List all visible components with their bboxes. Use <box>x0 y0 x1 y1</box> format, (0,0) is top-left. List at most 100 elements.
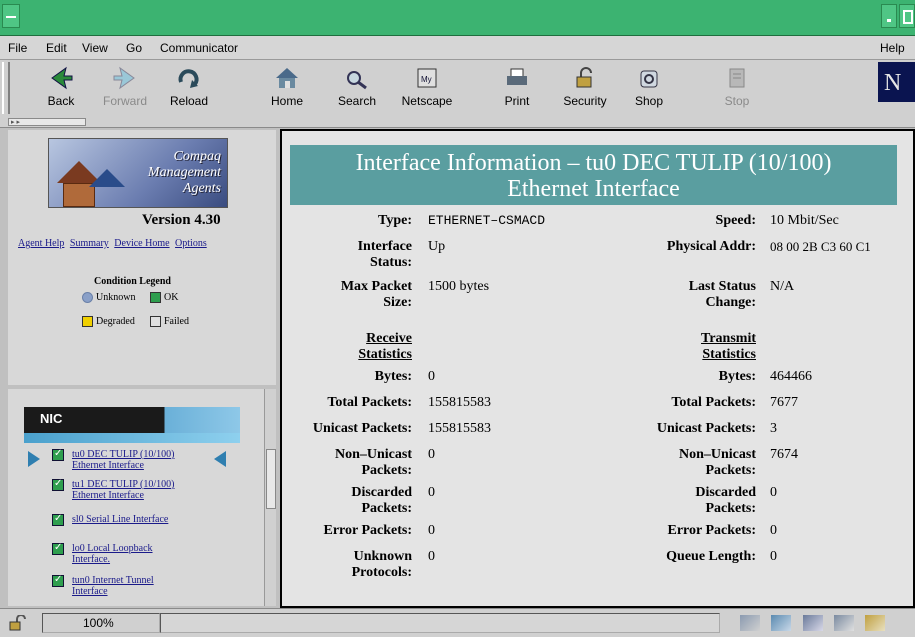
forward-label: Forward <box>102 94 147 108</box>
svg-text:My: My <box>421 75 432 84</box>
lock-icon <box>576 67 592 88</box>
menu-bar: File Edit View Go Communicator Help <box>0 36 915 60</box>
security-label: Security <box>563 94 607 108</box>
netscape-icon: My <box>417 68 437 88</box>
shop-icon <box>640 70 658 88</box>
transmit-non-unicast-value: 7674 <box>770 447 798 462</box>
shop-button[interactable]: Shop <box>618 62 680 116</box>
transmit-discarded-label: Discarded Packets: <box>695 485 756 516</box>
back-button[interactable]: Back <box>30 62 92 116</box>
menu-go[interactable]: Go <box>126 41 142 55</box>
transmit-statistics-header: Transmit Statistics <box>701 331 756 362</box>
maximize-icon <box>903 10 913 24</box>
legend-failed-label: Failed <box>164 316 189 327</box>
selected-pointer-left-icon <box>28 451 40 467</box>
receive-non-unicast-label: Non–Unicast Packets: <box>334 447 412 478</box>
nic-item-label[interactable]: sl0 Serial Line Interface <box>72 514 232 525</box>
speed-label: Speed: <box>715 213 756 228</box>
receive-unicast-packets-value: 155815583 <box>428 421 491 436</box>
reload-button[interactable]: Reload <box>158 62 220 116</box>
interface-status-label: Interface Status: <box>357 239 412 270</box>
scrollbar-thumb[interactable] <box>266 449 276 509</box>
netscape-button[interactable]: My Netscape <box>396 62 458 116</box>
receive-discarded-value: 0 <box>428 485 435 500</box>
unknown-protocols-label: Unknown Protocols: <box>351 549 412 580</box>
status-bar: 100% <box>0 608 915 637</box>
nic-item-label[interactable]: tu1 DEC TULIP (10/100) Ethernet Interface <box>72 479 232 501</box>
nic-list-scrollbar[interactable] <box>264 389 276 606</box>
degraded-status-icon <box>82 316 93 328</box>
ok-status-icon <box>52 542 64 555</box>
menu-edit[interactable]: Edit <box>46 41 67 55</box>
interface-status-value: Up <box>428 239 446 254</box>
composer-icon[interactable] <box>834 615 855 631</box>
transmit-total-packets-value: 7677 <box>770 395 798 410</box>
receive-total-packets-label: Total Packets: <box>327 395 412 410</box>
nic-item-label[interactable]: tu0 DEC TULIP (10/100) Ethernet Interface <box>72 449 232 471</box>
receive-bytes-value: 0 <box>428 369 435 384</box>
security-lock-icon[interactable] <box>8 615 26 631</box>
receive-error-packets-label: Error Packets: <box>323 523 412 538</box>
stop-button[interactable]: Stop <box>706 62 768 116</box>
receive-error-packets-value: 0 <box>428 523 435 538</box>
legend-degraded-label: Degraded <box>96 316 135 327</box>
legend-failed: Failed <box>150 316 189 328</box>
max-packet-size-label: Max Packet Size: <box>340 279 412 310</box>
menu-communicator[interactable]: Communicator <box>160 41 238 55</box>
navigator-icon[interactable] <box>740 615 760 631</box>
condition-legend-title: Condition Legend <box>94 276 171 287</box>
transmit-error-packets-label: Error Packets: <box>667 523 756 538</box>
speed-value: 10 Mbit/Sec <box>770 213 839 228</box>
legend-degraded: Degraded <box>82 316 135 328</box>
logo-second-roof <box>89 169 125 187</box>
ok-status-icon <box>52 448 64 461</box>
logo-text-management: Management <box>147 165 221 180</box>
max-packet-size-value: 1500 bytes <box>428 279 490 294</box>
menu-view[interactable]: View <box>82 41 108 55</box>
interface-info-frame: Interface Information – tu0 DEC TULIP (1… <box>280 129 915 608</box>
search-button[interactable]: Search <box>326 62 388 116</box>
window-menu-button[interactable] <box>2 4 20 28</box>
options-link[interactable]: Options <box>175 238 207 249</box>
minimize-button[interactable] <box>881 4 897 28</box>
forward-arrow-icon <box>113 66 135 90</box>
agent-help-link[interactable]: Agent Help <box>18 238 64 249</box>
netscape-label: Netscape <box>401 94 453 108</box>
nic-title: NIC <box>40 411 63 426</box>
mail-icon[interactable] <box>771 615 792 631</box>
logo-text-compaq: Compaq <box>173 149 221 164</box>
toolbar-grip[interactable] <box>2 62 10 114</box>
print-button[interactable]: Print <box>486 62 548 116</box>
receive-statistics-header: Receive Statistics <box>358 331 412 362</box>
transmit-unicast-packets-value: 3 <box>770 421 777 436</box>
compaq-management-agents-logo[interactable]: Compaq Management Agents <box>48 138 228 208</box>
device-home-link[interactable]: Device Home <box>114 238 169 249</box>
edit-pen-icon[interactable] <box>865 615 886 631</box>
transmit-bytes-value: 464466 <box>770 369 812 384</box>
forward-button[interactable]: Forward <box>94 62 156 116</box>
window-menu-icon <box>6 16 16 18</box>
component-bar <box>740 615 910 633</box>
home-button[interactable]: Home <box>256 62 318 116</box>
version-label: Version 4.30 <box>142 212 221 228</box>
netscape-logo[interactable]: N <box>878 62 915 102</box>
last-status-change-label: Last Status Change: <box>688 279 756 310</box>
receive-total-packets-value: 155815583 <box>428 395 491 410</box>
summary-link[interactable]: Summary <box>70 238 109 249</box>
security-button[interactable]: Security <box>554 62 616 116</box>
receive-non-unicast-value: 0 <box>428 447 435 462</box>
agent-nav-frame: Compaq Management Agents Version 4.30 Ag… <box>8 130 276 385</box>
discussions-icon[interactable] <box>802 615 823 631</box>
menu-help[interactable]: Help <box>880 41 905 55</box>
nic-item-label[interactable]: lo0 Local Loopback Interface. <box>72 543 232 565</box>
legend-ok: OK <box>150 292 178 304</box>
type-value: ETHERNET–CSMACD <box>428 213 546 228</box>
logo-text-agents: Agents <box>182 181 221 196</box>
ok-status-icon <box>52 574 64 587</box>
maximize-button[interactable] <box>899 4 915 28</box>
home-label: Home <box>270 94 303 108</box>
search-icon <box>347 71 367 90</box>
toolbar-collapse-tabs[interactable]: ▸ ▸ <box>8 118 86 126</box>
menu-file[interactable]: File <box>8 41 27 55</box>
nic-item-label[interactable]: tun0 Internet Tunnel Interface <box>72 575 232 597</box>
